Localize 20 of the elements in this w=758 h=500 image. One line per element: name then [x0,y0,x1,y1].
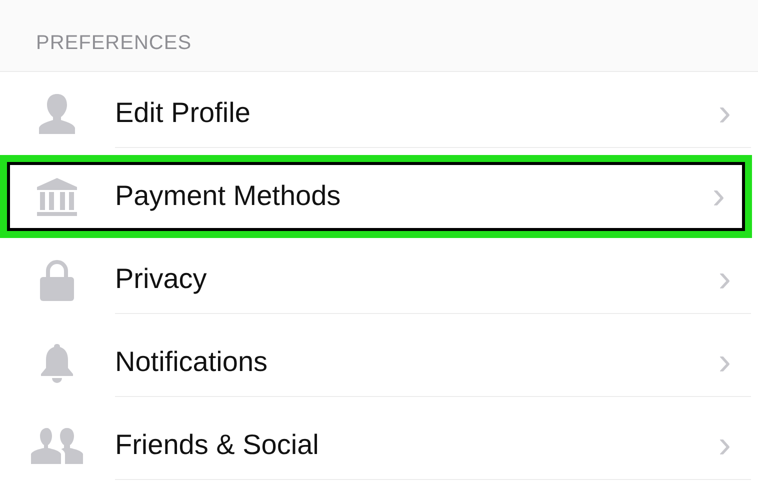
row-label: Friends & Social [115,429,319,461]
chevron-icon: › [718,343,731,381]
settings-row[interactable]: Edit Profile › [0,72,758,155]
row-label: Payment Methods [115,180,341,212]
people-icon [31,426,83,464]
row-label: Edit Profile [115,97,250,129]
chevron-icon: › [718,94,731,132]
settings-row[interactable]: Friends & Social › [0,404,758,487]
lock-icon [39,258,75,302]
settings-row[interactable]: Payment Methods › [0,155,752,238]
settings-row[interactable]: Notifications › [0,321,758,404]
settings-row[interactable]: Privacy › [0,238,758,321]
section-header: PREFERENCES [36,32,192,54]
chevron-icon: › [718,260,731,298]
bell-icon [39,342,75,382]
chevron-icon: › [712,177,725,215]
chevron-icon: › [718,426,731,464]
bank-icon [35,176,79,216]
row-label: Notifications [115,346,268,378]
row-label: Privacy [115,263,207,295]
